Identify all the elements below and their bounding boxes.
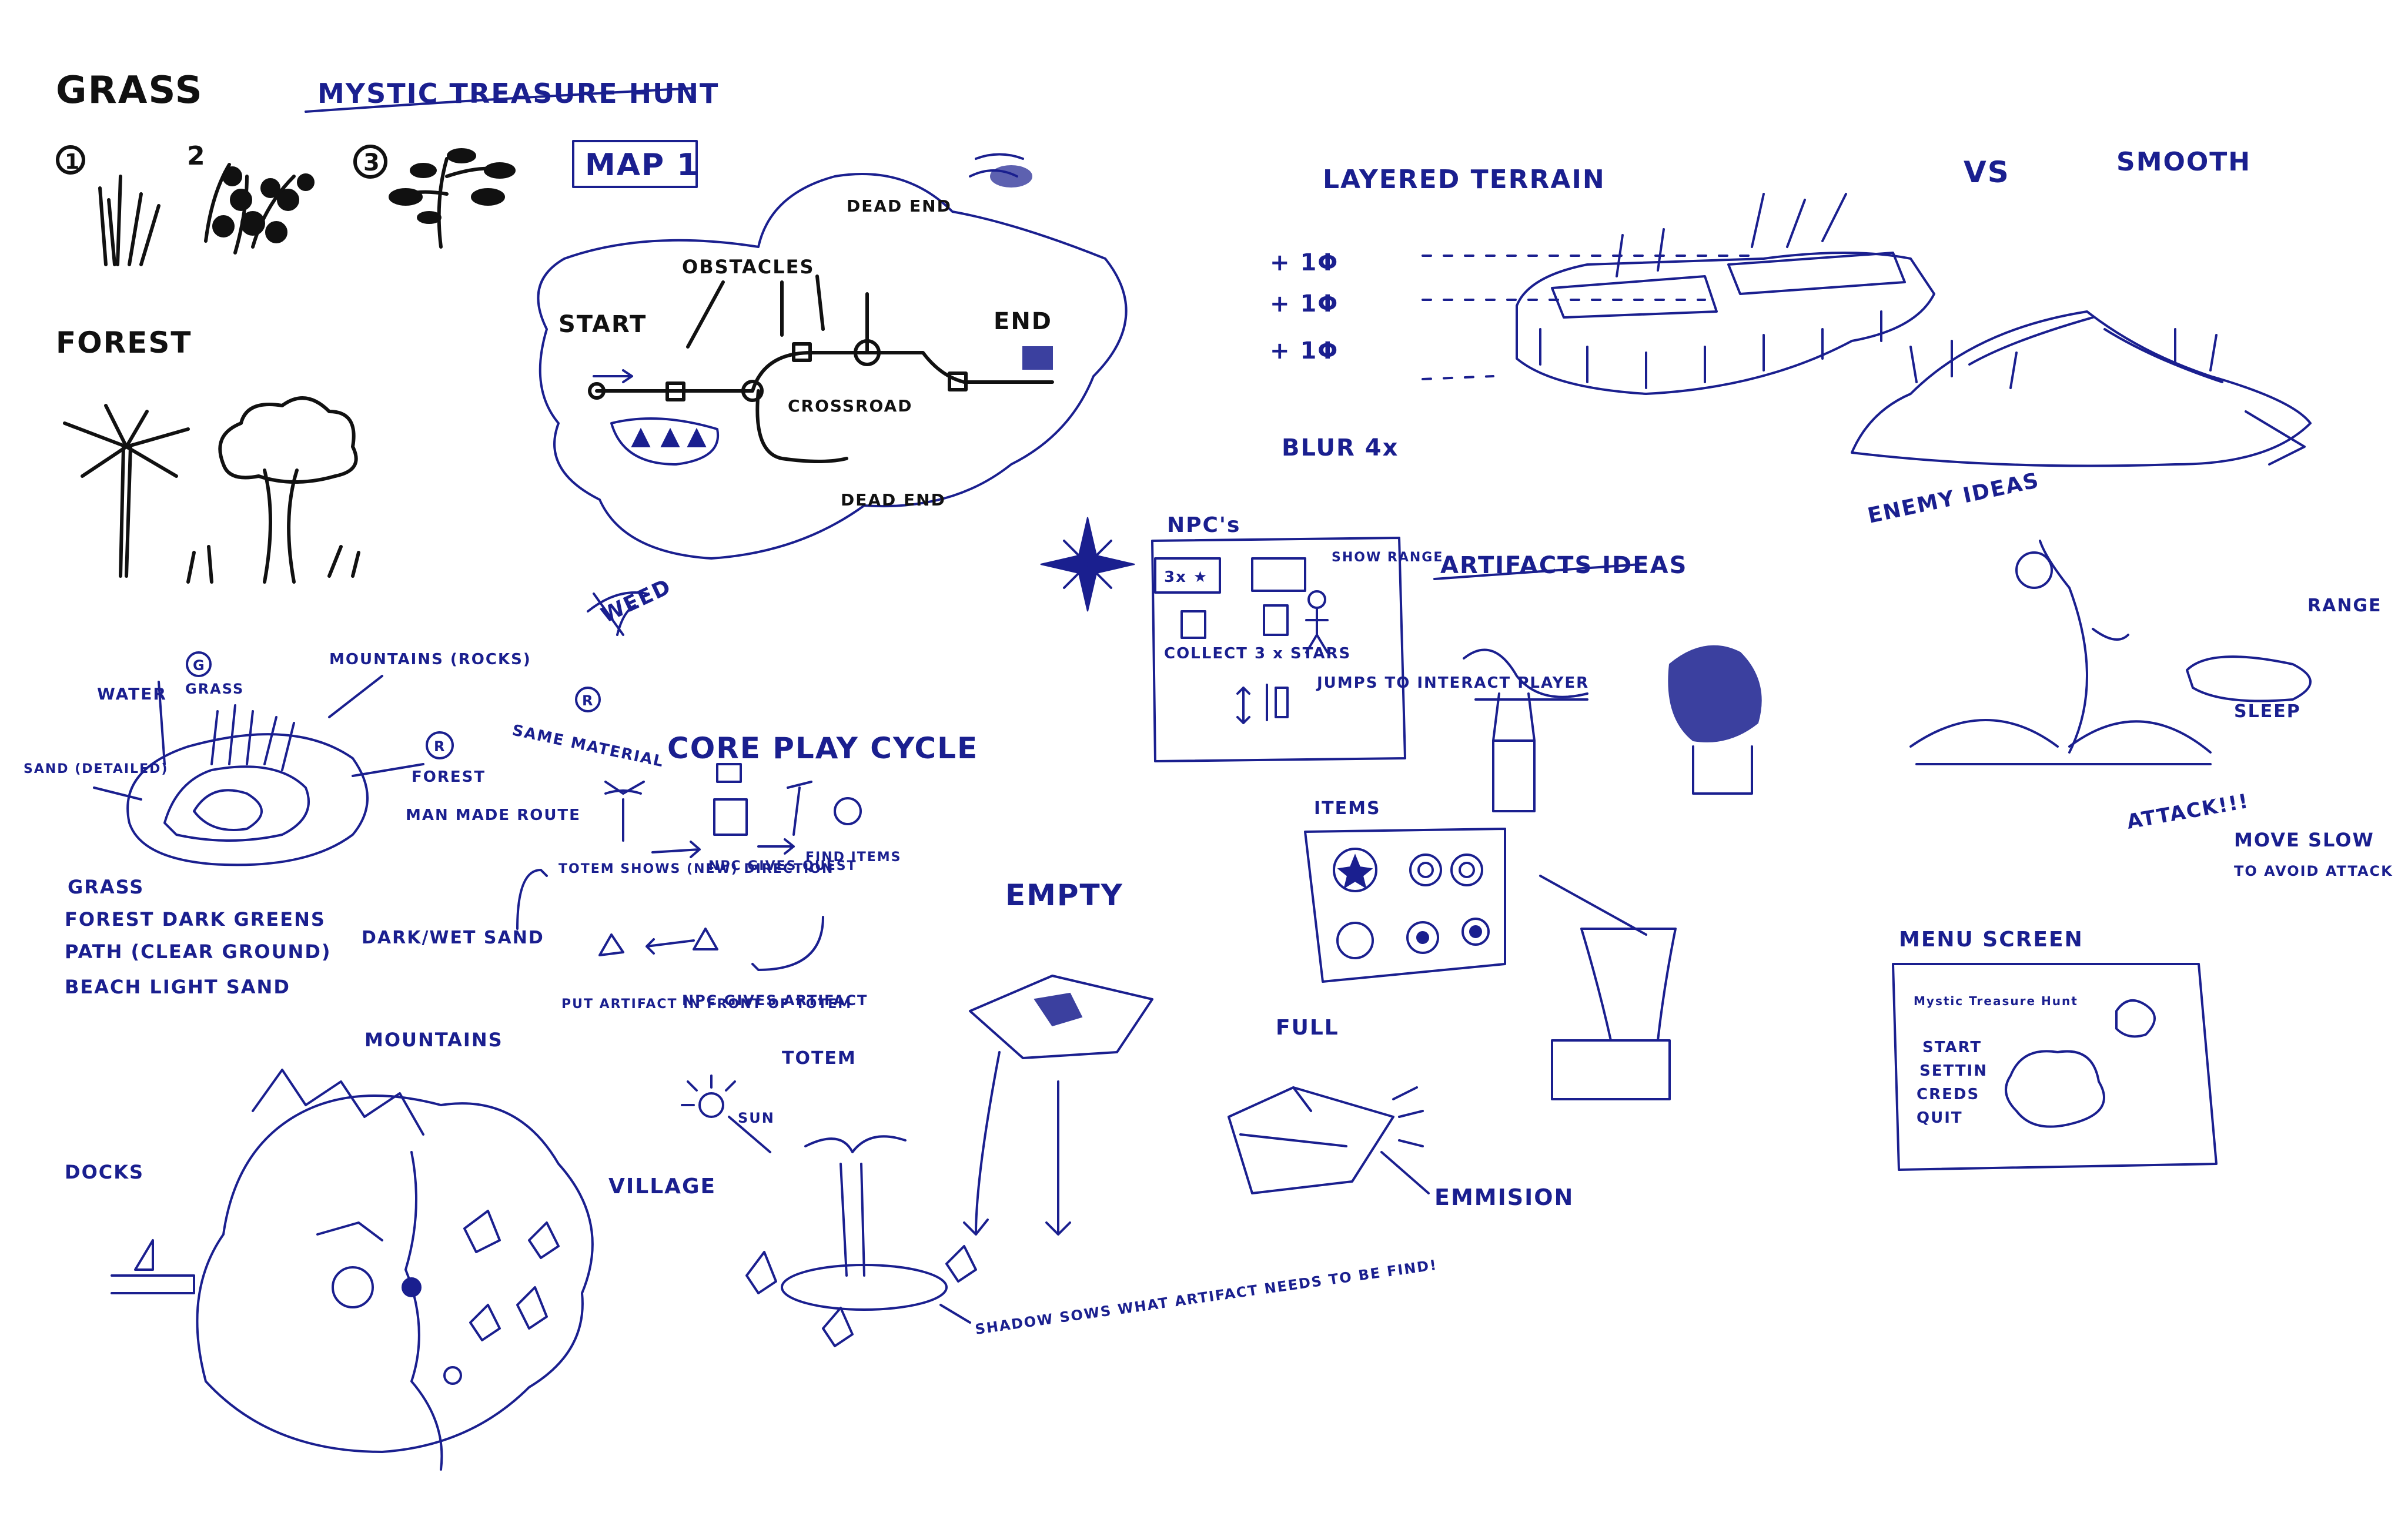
shadow-note: SHADOW SOWS WHAT ARTIFACT NEEDS TO BE FI… bbox=[974, 1257, 1439, 1338]
material-mountains: MOUNTAINS (ROCKS) bbox=[329, 651, 531, 668]
map-end-label: END bbox=[994, 308, 1052, 335]
village-mountains-label: MOUNTAINS bbox=[364, 1029, 503, 1051]
material-sand: SAND (DETAILED) bbox=[24, 762, 168, 776]
material-note-1: GRASS bbox=[68, 876, 144, 898]
map-1-label: MAP 1 bbox=[585, 148, 699, 183]
grass-variant-1: 1 bbox=[56, 145, 160, 266]
map-crossroad-label: CROSSROAD bbox=[788, 396, 913, 416]
enemy-heading: ENEMY IDEAS bbox=[1865, 468, 2041, 528]
emission-label: EMMISION bbox=[1434, 1184, 1574, 1210]
npc-jumps-note: JUMPS TO INTERACT PLAYER bbox=[1316, 674, 1589, 692]
totem-full-label: FULL bbox=[1276, 1016, 1339, 1040]
play-cycle-step-5: PUT ARTIFACT IN FRONT OF TOTEM bbox=[561, 997, 852, 1012]
terrain-level-3: + 1Φ bbox=[1270, 337, 1339, 364]
menu-option-start[interactable]: START bbox=[1922, 1039, 1982, 1056]
sun-label: SUN bbox=[738, 1110, 775, 1126]
crystal-artifact-sketch bbox=[1668, 645, 1762, 795]
enemy-section: ENEMY IDEAS RANGE SLEEP ATTACK!!! MOVE S… bbox=[1865, 468, 2393, 879]
palm-tree-sketch bbox=[63, 404, 190, 578]
material-grass: GRASS bbox=[185, 681, 244, 697]
map-obstacles-label: OBSTACLES bbox=[682, 256, 815, 278]
enemy-avoid: TO AVOID ATTACK bbox=[2234, 863, 2393, 879]
terrain-smooth-label: SMOOTH bbox=[2116, 147, 2251, 177]
terrain-section: LAYERED TERRAIN VS SMOOTH + 1Φ + 1Φ + 1Φ… bbox=[1270, 147, 2312, 467]
map-dead-end-top: DEAD END bbox=[847, 196, 952, 216]
terrain-level-1: + 1Φ bbox=[1270, 249, 1339, 276]
play-cycle-step-3: FIND ITEMS bbox=[805, 850, 902, 865]
drink-artifact-sketch bbox=[1539, 875, 1677, 1100]
material-note-3: PATH (CLEAR GROUND) bbox=[65, 940, 332, 963]
forest-section: FOREST bbox=[56, 326, 360, 584]
material-note-4: BEACH LIGHT SAND bbox=[65, 976, 290, 998]
terrain-layered-label: LAYERED TERRAIN bbox=[1323, 165, 1606, 195]
material-forest: FOREST bbox=[412, 768, 486, 786]
items-section: ITEMS bbox=[1304, 798, 1677, 1100]
npc-show-range: SHOW RANGE bbox=[1332, 550, 1443, 565]
menu-option-settings[interactable]: SETTIN bbox=[1919, 1062, 1988, 1080]
items-heading: ITEMS bbox=[1314, 798, 1381, 819]
enemy-range: RANGE bbox=[2307, 595, 2382, 616]
svg-text:2: 2 bbox=[187, 141, 206, 171]
material-mountain-marker: R bbox=[582, 692, 594, 709]
menu-option-quit[interactable]: QUIT bbox=[1917, 1109, 1963, 1127]
npcs-section: NPC's 3x ★ SHOW RANGE COLLECT 3 x STARS … bbox=[1151, 513, 1589, 762]
material-water: WATER bbox=[97, 684, 167, 704]
material-grass-marker: G bbox=[193, 657, 206, 674]
material-same-material: SAME MATERIAL bbox=[511, 722, 666, 771]
enemy-sleep: SLEEP bbox=[2234, 701, 2301, 722]
svg-text:1: 1 bbox=[65, 150, 81, 174]
menu-option-credits[interactable]: CREDS bbox=[1917, 1086, 1979, 1103]
map-start-label: START bbox=[558, 311, 647, 338]
grass-variant-3: 3 bbox=[353, 145, 516, 249]
terrain-blur-label: BLUR 4x bbox=[1282, 434, 1399, 461]
page-title: MYSTIC TREASURE HUNT bbox=[317, 78, 719, 109]
npc-bubble: 3x ★ bbox=[1164, 568, 1208, 586]
svg-text:3: 3 bbox=[363, 149, 381, 176]
terrain-level-2: + 1Φ bbox=[1270, 290, 1339, 317]
grass-heading: GRASS bbox=[56, 69, 203, 112]
menu-screen-sketch: MENU SCREEN Mystic Treasure Hunt START S… bbox=[1892, 928, 2218, 1171]
village-map: MOUNTAINS DOCKS VILLAGE bbox=[65, 1029, 716, 1471]
menu-game-title: Mystic Treasure Hunt bbox=[1914, 994, 2078, 1008]
enemy-move-slow: MOVE SLOW bbox=[2234, 829, 2374, 851]
grass-variant-2: 2 bbox=[187, 141, 315, 255]
map-dead-end-bottom: DEAD END bbox=[841, 490, 946, 510]
menu-heading: MENU SCREEN bbox=[1899, 928, 2083, 952]
materials-section: WEED WATER G GRASS MOUNTAINS (ROCKS) R S… bbox=[24, 574, 675, 998]
core-play-cycle: CORE PLAY CYCLE TOTEM SHOWS (NEW) DIRECT… bbox=[516, 731, 978, 1012]
play-cycle-heading: CORE PLAY CYCLE bbox=[667, 731, 978, 765]
npcs-heading: NPC's bbox=[1167, 513, 1240, 537]
enemy-attack: ATTACK!!! bbox=[2125, 789, 2251, 834]
village-label: VILLAGE bbox=[608, 1174, 716, 1199]
terrain-vs-label: VS bbox=[1964, 155, 2010, 189]
map-1-sketch: MAP 1 START END OBSTACLES CROSSROAD DEAD… bbox=[537, 140, 1128, 560]
material-route: MAN MADE ROUTE bbox=[406, 806, 581, 824]
totem-empty-label: EMPTY bbox=[1005, 878, 1123, 912]
forest-heading: FOREST bbox=[56, 326, 192, 360]
weed-label: WEED bbox=[597, 574, 675, 628]
village-docks-label: DOCKS bbox=[65, 1161, 144, 1183]
npc-collect-note: COLLECT 3 x STARS bbox=[1164, 645, 1351, 662]
compass-rose-icon bbox=[1040, 517, 1135, 612]
material-note-2: FOREST DARK GREENS bbox=[65, 908, 326, 930]
material-wet-sand: DARK/WET SAND bbox=[362, 928, 544, 948]
material-forest-marker: R bbox=[434, 738, 446, 755]
whiteboard-sketch: MYSTIC TREASURE HUNT GRASS 1 2 3 FOREST … bbox=[24, 69, 2393, 1471]
broad-tree-sketch bbox=[186, 396, 360, 584]
totem-label: TOTEM bbox=[782, 1048, 857, 1069]
